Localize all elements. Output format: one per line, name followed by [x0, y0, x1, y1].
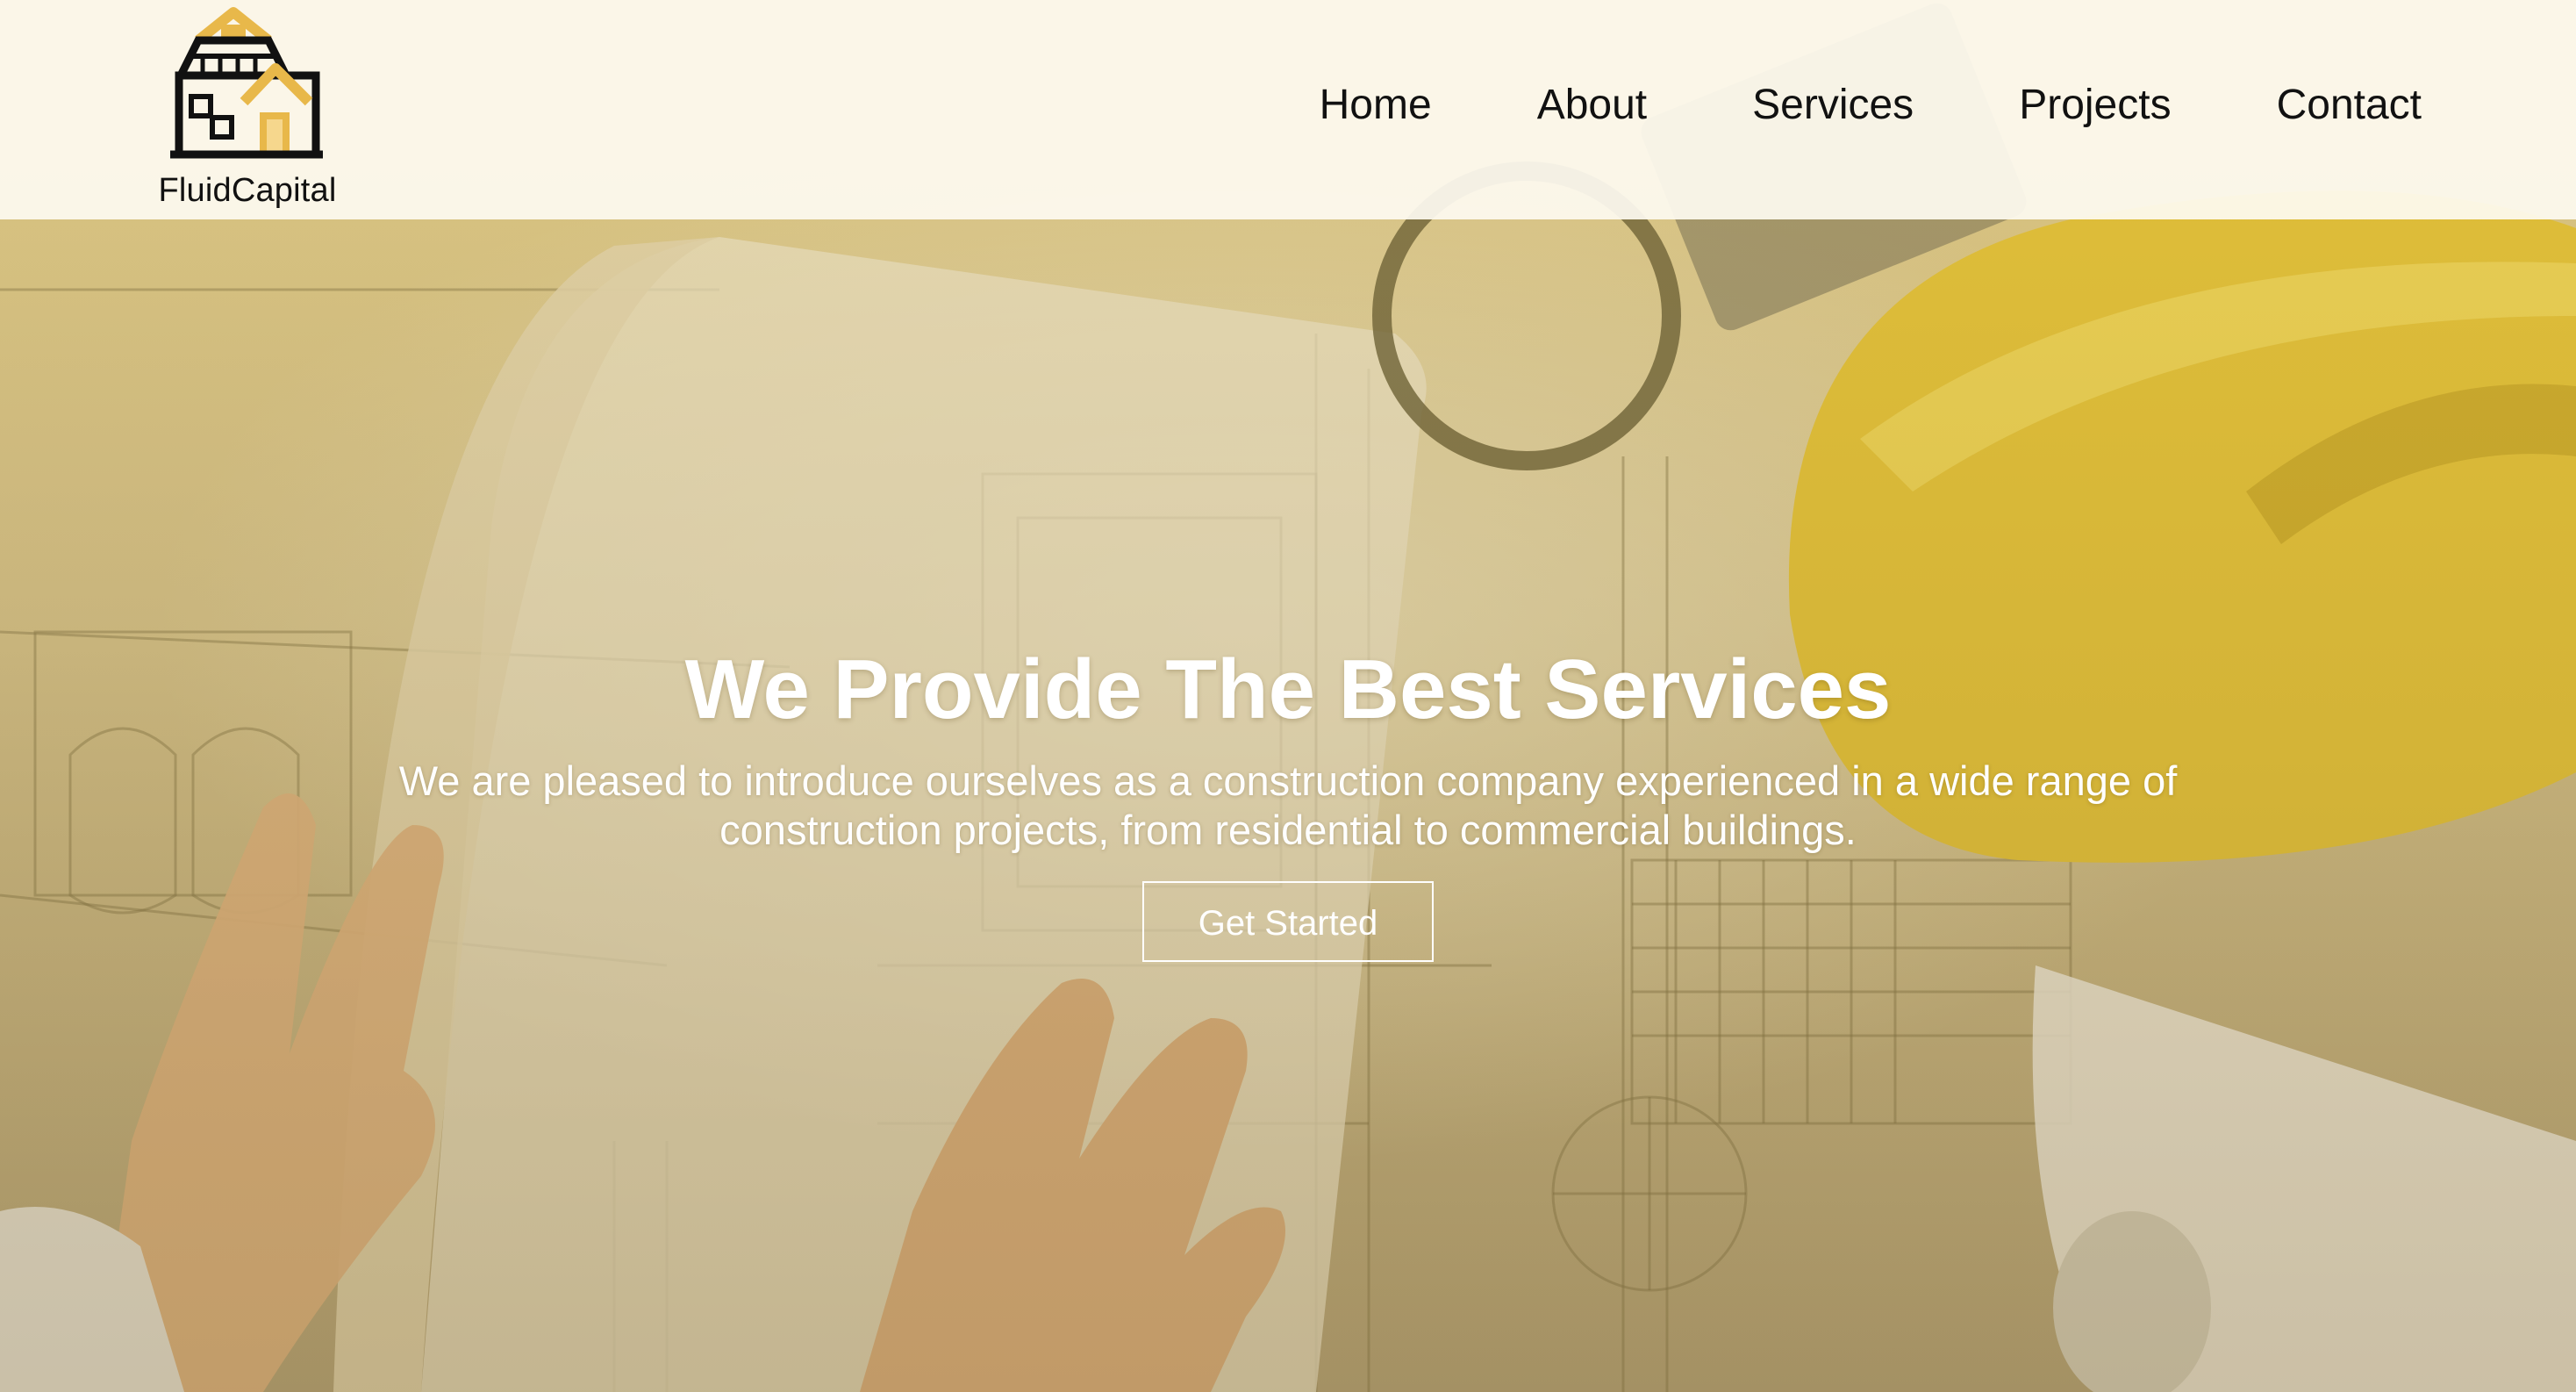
nav-item-home[interactable]: Home [1320, 81, 1432, 129]
house-icon [170, 7, 323, 159]
nav-item-contact[interactable]: Contact [2277, 81, 2422, 129]
nav-item-projects[interactable]: Projects [2019, 81, 2171, 129]
nav-item-services[interactable]: Services [1752, 81, 1914, 129]
hero-content: We Provide The Best Services We are plea… [0, 637, 2576, 962]
main-nav: Home About Services Projects Contact [1320, 81, 2422, 129]
brand-name: FluidCapital [158, 172, 337, 209]
brand-logo[interactable]: FluidCapital [132, 0, 369, 219]
hero-subtitle: We are pleased to introduce ourselves as… [398, 757, 2178, 853]
nav-item-about[interactable]: About [1537, 81, 1647, 129]
get-started-button[interactable]: Get Started [1142, 881, 1434, 962]
hero-title: We Provide The Best Services [684, 642, 1892, 736]
site-header: FluidCapital Home About Services Project… [0, 0, 2576, 219]
